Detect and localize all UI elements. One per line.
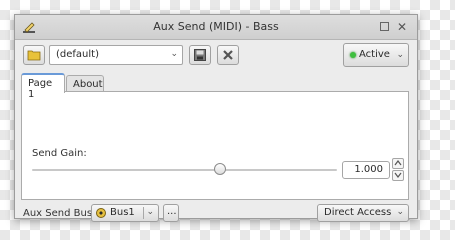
- slider-handle[interactable]: [214, 163, 226, 175]
- save-preset-button[interactable]: [189, 45, 211, 65]
- direct-access-button[interactable]: Direct Access ⌄: [317, 204, 409, 222]
- active-led-icon: [350, 52, 356, 58]
- send-gain-slider[interactable]: [32, 162, 337, 178]
- spin-down-button[interactable]: [392, 170, 404, 181]
- chevron-down-icon: ⌄: [170, 49, 178, 59]
- window-title: Aux Send (MIDI) - Bass: [153, 20, 279, 33]
- preset-select[interactable]: (default) ⌄: [49, 45, 183, 65]
- aux-send-bus-label: Aux Send Bus:: [23, 208, 96, 219]
- bus-icon: [96, 208, 106, 218]
- chevron-down-icon: [394, 172, 402, 178]
- chevron-up-icon: [394, 160, 402, 166]
- more-label: ...: [167, 206, 177, 217]
- more-button[interactable]: ...: [163, 204, 179, 222]
- bus-select[interactable]: Bus1 ⌄: [91, 204, 159, 222]
- open-folder-button[interactable]: [23, 45, 45, 65]
- chevron-down-icon: ⌄: [146, 207, 154, 217]
- chevron-down-icon: ⌄: [396, 207, 404, 217]
- active-label: Active: [359, 49, 390, 60]
- preset-value: (default): [56, 49, 99, 60]
- send-gain-value-field[interactable]: 1.000: [342, 161, 390, 179]
- send-gain-label: Send Gain:: [32, 148, 87, 159]
- bus-select-divider: [143, 207, 144, 219]
- delete-icon: [223, 50, 233, 60]
- title-bar[interactable]: Aux Send (MIDI) - Bass ✕: [15, 15, 417, 40]
- tab-panel: Send Gain: 1.000: [21, 91, 409, 200]
- save-icon: [194, 49, 206, 61]
- direct-access-label: Direct Access: [324, 207, 392, 218]
- folder-icon: [27, 50, 41, 61]
- tab-page-1[interactable]: Page 1: [21, 73, 65, 100]
- send-gain-value: 1.000: [354, 164, 383, 175]
- bus-value: Bus1: [110, 207, 135, 218]
- chevron-down-icon: ⌄: [396, 50, 404, 60]
- minimize-icon[interactable]: [377, 20, 391, 34]
- delete-preset-button[interactable]: [217, 45, 239, 65]
- active-toggle-button[interactable]: Active ⌄: [343, 43, 409, 67]
- slider-track: [32, 169, 337, 171]
- tab-about-label: About: [73, 79, 103, 90]
- spin-up-button[interactable]: [392, 158, 404, 169]
- close-icon[interactable]: ✕: [395, 20, 409, 34]
- plugin-window: Aux Send (MIDI) - Bass ✕ (default) ⌄ Act…: [14, 14, 418, 222]
